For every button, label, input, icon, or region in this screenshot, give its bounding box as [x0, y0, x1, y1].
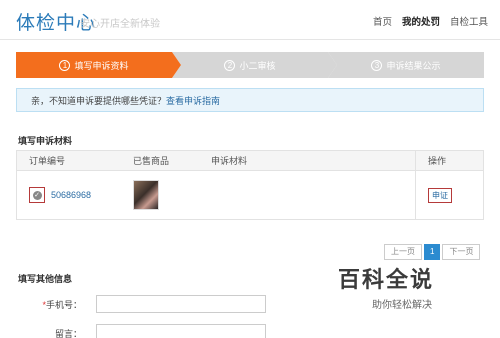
step-fill-materials: 1 填写申诉资料 [16, 52, 181, 78]
next-page-button[interactable]: 下一页 [442, 244, 481, 260]
top-nav: 首页 我的处罚 自检工具 [373, 14, 488, 28]
step-label: 填写申诉资料 [74, 60, 129, 71]
order-select-checkbox[interactable]: ✓ [29, 187, 45, 203]
step-arrow-icon [172, 52, 181, 78]
appeal-guide-link[interactable]: 查看申诉指南 [166, 94, 220, 107]
column-product: 已售商品 [133, 156, 170, 166]
current-page[interactable]: 1 [424, 244, 441, 260]
phone-label-text: 手机号： [45, 299, 82, 310]
step-number: 2 [224, 59, 236, 71]
watermark-title: 百科全说 [338, 267, 435, 292]
phone-row: *手机号： [16, 295, 266, 313]
column-action: 操作 [428, 156, 447, 166]
materials-cell [199, 171, 416, 219]
materials-section-title: 填写申诉材料 [18, 136, 73, 146]
product-thumbnail[interactable] [133, 180, 159, 210]
watermark-logo: 百科全说 助你轻松解决 [338, 262, 488, 312]
message-label: 留言： [54, 328, 82, 338]
order-cell: ✓ 50686968 [29, 187, 119, 203]
step-arrow-icon [328, 52, 337, 78]
brand-slogan: 安心开店全新体验 [80, 19, 160, 30]
progress-steps: 1 填写申诉资料 2 小二审核 3 申诉结果公示 [16, 52, 484, 78]
message-input[interactable] [96, 324, 266, 338]
table-header: 订单编号 已售商品 申诉材料 操作 [17, 150, 483, 171]
nav-home-link[interactable]: 首页 [373, 14, 392, 28]
message-row: 留言： [16, 324, 266, 338]
phone-label: *手机号： [16, 298, 96, 311]
phone-input[interactable] [96, 295, 266, 313]
step-review: 2 小二审核 [172, 52, 337, 78]
column-materials: 申诉材料 [199, 150, 416, 171]
step-result: 3 申诉结果公示 [328, 52, 484, 78]
step-label: 申诉结果公示 [386, 60, 441, 71]
nav-self-check-link[interactable]: 自检工具 [450, 14, 488, 28]
other-info-section-title: 填写其他信息 [18, 274, 73, 284]
watermark-subtitle: 助你轻松解决 [372, 300, 432, 311]
prev-page-button[interactable]: 上一页 [384, 244, 422, 260]
materials-table: 订单编号 已售商品 申诉材料 操作 ✓ 50686968 申证 [16, 150, 484, 220]
step-number: 1 [59, 59, 71, 71]
pagination: 上一页 1 下一页 [384, 244, 481, 260]
table-row: ✓ 50686968 申证 [17, 171, 483, 219]
step-label: 小二审核 [239, 60, 276, 71]
column-order-no: 订单编号 [29, 156, 66, 166]
step-number: 3 [371, 59, 383, 71]
appeal-notice: 亲，不知道申诉要提供哪些凭证？ 查看申诉指南 [16, 88, 484, 112]
appeal-button[interactable]: 申证 [428, 187, 452, 203]
order-number-link[interactable]: 50686968 [51, 190, 91, 200]
notice-text: 亲，不知道申诉要提供哪些凭证？ [31, 95, 167, 106]
page-header: 体检中心 安心开店全新体验 首页 我的处罚 自检工具 [0, 0, 500, 40]
nav-my-penalties-link[interactable]: 我的处罚 [402, 14, 440, 28]
check-icon: ✓ [32, 190, 42, 200]
